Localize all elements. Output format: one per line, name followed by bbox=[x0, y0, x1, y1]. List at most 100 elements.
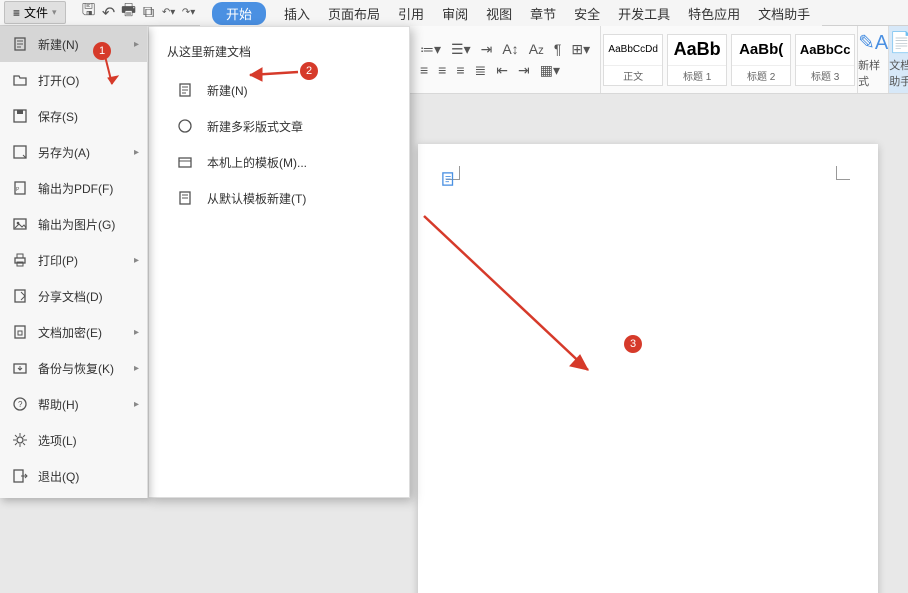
chevron-right-icon: ▸ bbox=[134, 147, 139, 158]
exit-icon bbox=[12, 468, 28, 484]
style-preview: AaBbCcDd bbox=[604, 35, 662, 65]
backup-icon bbox=[12, 360, 28, 376]
file-menu-item-pdf[interactable]: P输出为PDF(F) bbox=[0, 170, 147, 206]
submenu-item-label: 新建多彩版式文章 bbox=[207, 118, 303, 135]
file-menu-item-label: 退出(Q) bbox=[38, 468, 79, 485]
file-menu-item-label: 文档加密(E) bbox=[38, 324, 102, 341]
tab-special-app[interactable]: 特色应用 bbox=[688, 4, 740, 23]
doc-assistant-button[interactable]: 📄 文档助手 bbox=[889, 26, 908, 93]
style-box-1[interactable]: AaBb标题 1 bbox=[667, 34, 727, 86]
indent-right-icon[interactable]: ⇥ bbox=[518, 62, 530, 79]
file-label: 文件 bbox=[24, 4, 48, 21]
file-menu-item-label: 新建(N) bbox=[38, 36, 79, 53]
ribbon-tabs: 开始 插入 页面布局 引用 审阅 视图 章节 安全 开发工具 特色应用 文档助手 bbox=[200, 0, 822, 26]
file-menu-item-backup[interactable]: 备份与恢复(K)▸ bbox=[0, 350, 147, 386]
annotation-badge-2: 2 bbox=[300, 62, 318, 80]
tab-dev-tools[interactable]: 开发工具 bbox=[618, 4, 670, 23]
file-menu-item-lock[interactable]: 文档加密(E) ▸ bbox=[0, 314, 147, 350]
new-style-button[interactable]: ✎A 新样式 bbox=[858, 26, 889, 93]
align-center-icon[interactable]: ≡ bbox=[438, 62, 446, 79]
color-doc-icon bbox=[177, 118, 193, 134]
submenu-item-1[interactable]: 新建多彩版式文章 bbox=[159, 108, 399, 144]
tab-page-layout[interactable]: 页面布局 bbox=[328, 4, 380, 23]
align-left-icon[interactable]: ≡ bbox=[420, 62, 428, 79]
save-icon[interactable]: 🖫 bbox=[80, 4, 98, 22]
tab-review[interactable]: 审阅 bbox=[442, 4, 468, 23]
submenu-item-label: 新建(N) bbox=[207, 82, 248, 99]
undo-dropdown-icon[interactable]: ↶▾ bbox=[160, 4, 178, 22]
img-icon bbox=[12, 216, 28, 232]
align-justify-icon[interactable]: ≣ bbox=[475, 62, 487, 79]
default-template-icon bbox=[177, 190, 193, 206]
hamburger-icon: ≡ bbox=[13, 6, 20, 20]
pdf-icon: P bbox=[12, 180, 28, 196]
tab-security[interactable]: 安全 bbox=[574, 4, 600, 23]
tab-reference[interactable]: 引用 bbox=[398, 4, 424, 23]
file-menu-item-save[interactable]: 保存(S) bbox=[0, 98, 147, 134]
file-menu-item-help[interactable]: ?帮助(H)▸ bbox=[0, 386, 147, 422]
list-bullet-icon[interactable]: ≔▾ bbox=[420, 41, 441, 58]
file-menu-item-folder[interactable]: 打开(O) bbox=[0, 62, 147, 98]
style-label: 标题 3 bbox=[796, 65, 854, 85]
file-menu-item-img[interactable]: 输出为图片(G) bbox=[0, 206, 147, 242]
indent-left-icon[interactable]: ⇤ bbox=[496, 62, 508, 79]
shading-icon[interactable]: ▦▾ bbox=[540, 62, 560, 79]
svg-text:P: P bbox=[16, 187, 20, 193]
tab-doc-assistant[interactable]: 文档助手 bbox=[758, 4, 810, 23]
redo-dropdown-icon[interactable]: ↷▾ bbox=[180, 4, 198, 22]
style-preview: AaBb bbox=[668, 35, 726, 65]
file-menu-item-label: 输出为图片(G) bbox=[38, 216, 115, 233]
file-menu-button[interactable]: ≡ 文件 ▾ bbox=[4, 1, 66, 24]
indent-inc-icon[interactable]: ⇥ bbox=[481, 41, 493, 58]
chevron-right-icon: ▸ bbox=[134, 363, 139, 374]
chevron-right-icon: ▸ bbox=[134, 327, 139, 338]
border-icon[interactable]: ⊞▾ bbox=[571, 41, 590, 58]
file-menu-item-label: 保存(S) bbox=[38, 108, 78, 125]
linespacing-icon[interactable]: A↕ bbox=[502, 41, 518, 58]
new-submenu-panel: 从这里新建文档 新建(N) 新建多彩版式文章本机上的模板(M)... 从默认模板新建… bbox=[148, 26, 410, 498]
tab-insert[interactable]: 插入 bbox=[284, 4, 310, 23]
submenu-item-2[interactable]: 本机上的模板(M)... bbox=[159, 144, 399, 180]
submenu-item-3[interactable]: 从默认模板新建(T) bbox=[159, 180, 399, 216]
preview-icon[interactable]: ⧉ bbox=[140, 4, 158, 22]
margin-marker-tr bbox=[836, 166, 850, 180]
chevron-right-icon: ▸ bbox=[134, 39, 139, 50]
tab-view[interactable]: 视图 bbox=[486, 4, 512, 23]
tab-section[interactable]: 章节 bbox=[530, 4, 556, 23]
gear-icon bbox=[12, 432, 28, 448]
file-menu-panel: 新建(N) ▸ 打开(O) 保存(S) 另存为(A)▸P输出为PDF(F) 输出为图片(G… bbox=[0, 26, 148, 498]
share-icon bbox=[12, 288, 28, 304]
paragraph-group: ≔▾ ☰▾ ⇥ A↕ Az ¶ ⊞▾ ≡ ≡ ≡ ≣ ⇤ ⇥ ▦▾ bbox=[410, 26, 600, 93]
file-menu-item-share[interactable]: 分享文档(D) bbox=[0, 278, 147, 314]
file-menu-item-exit[interactable]: 退出(Q) bbox=[0, 458, 147, 494]
doc-icon bbox=[177, 82, 193, 98]
list-number-icon[interactable]: ☰▾ bbox=[451, 41, 471, 58]
paragraph-mark-icon[interactable]: ¶ bbox=[554, 41, 562, 58]
file-menu-item-print[interactable]: 打印(P)▸ bbox=[0, 242, 147, 278]
align-right-icon[interactable]: ≡ bbox=[456, 62, 464, 79]
annotation-badge-1: 1 bbox=[93, 42, 111, 60]
file-menu-item-label: 分享文档(D) bbox=[38, 288, 103, 305]
style-box-0[interactable]: AaBbCcDd正文 bbox=[603, 34, 663, 86]
doc-icon bbox=[12, 36, 28, 52]
style-label: 正文 bbox=[604, 65, 662, 85]
page-doc-icon bbox=[442, 172, 456, 188]
style-label: 标题 2 bbox=[732, 65, 790, 85]
style-preview: AaBb( bbox=[732, 35, 790, 65]
style-box-2[interactable]: AaBb(标题 2 bbox=[731, 34, 791, 86]
lock-icon bbox=[12, 324, 28, 340]
new-style-icon: ✎A bbox=[858, 30, 888, 55]
style-box-3[interactable]: AaBbCc标题 3 bbox=[795, 34, 855, 86]
file-menu-item-saveas[interactable]: 另存为(A)▸ bbox=[0, 134, 147, 170]
sort-icon[interactable]: Az bbox=[529, 41, 544, 58]
style-preview: AaBbCc bbox=[796, 35, 854, 65]
submenu-item-label: 从默认模板新建(T) bbox=[207, 190, 306, 207]
file-menu-item-gear[interactable]: 选项(L) bbox=[0, 422, 147, 458]
submenu-title: 从这里新建文档 bbox=[159, 43, 399, 60]
tab-start[interactable]: 开始 bbox=[212, 2, 266, 25]
chevron-right-icon: ▸ bbox=[134, 255, 139, 266]
undo-icon[interactable]: ↶ bbox=[100, 4, 118, 22]
print-icon[interactable]: 🖶 bbox=[120, 4, 138, 22]
file-menu-item-doc[interactable]: 新建(N) ▸ bbox=[0, 26, 147, 62]
annotation-arrow-3 bbox=[418, 210, 608, 390]
